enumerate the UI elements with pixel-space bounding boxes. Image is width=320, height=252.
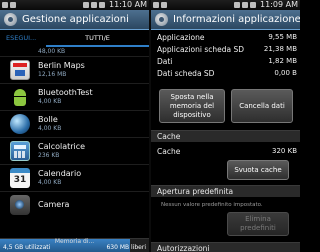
camera-icon	[10, 195, 30, 215]
app-manager-screen: 11:10 AM Gestione applicazioni ESEGUI...…	[0, 0, 149, 252]
default-launch-section-header: Apertura predefinita	[151, 185, 300, 197]
list-item[interactable]: BluetoothTest 4,00 KB	[0, 83, 149, 110]
app-name: Calendario	[38, 169, 82, 178]
row-label: Dati	[157, 56, 173, 66]
page-title: Gestione applicazioni	[22, 14, 129, 25]
battery-icon	[99, 2, 106, 8]
app-size: 12,16 MB	[38, 71, 67, 78]
storage-usage-bar: Memoria di... 4,5 GB utilizzati 630 MB l…	[0, 238, 149, 252]
status-time: 11:09 AM	[260, 0, 298, 9]
list-item[interactable]: Bolle 4,00 KB	[0, 110, 149, 137]
app-list: 48,00 KB Berlin Maps 12,16 MB BluetoothT…	[0, 47, 149, 238]
list-item[interactable]: Camera	[0, 191, 149, 218]
app-name: Berlin Maps	[38, 61, 85, 70]
list-item[interactable]: 31 Calendario 4,00 KB	[0, 164, 149, 191]
battery-icon	[250, 2, 257, 8]
tab-running[interactable]: ESEGUI...	[0, 31, 46, 47]
cache-section-header: Cache	[151, 130, 300, 142]
status-bar: 11:09 AM	[151, 0, 300, 10]
notification-icon	[161, 2, 167, 8]
storage-details: Applicazione 9,55 MB Applicazioni scheda…	[151, 31, 300, 79]
notification-icon	[10, 2, 16, 8]
settings-gear-icon	[155, 13, 168, 26]
wifi-icon	[83, 2, 90, 8]
clear-defaults-button[interactable]: Elimina predefiniti	[227, 212, 289, 236]
berlin-maps-icon	[10, 60, 30, 80]
tab-bar: ESEGUI... TUTTI/E	[0, 31, 149, 47]
list-item[interactable]: Calcolatrice 236 KB	[0, 137, 149, 164]
app-size: 4,00 KB	[38, 179, 62, 186]
storage-used-text: 4,5 GB utilizzati	[3, 244, 51, 251]
app-size: 236 KB	[38, 152, 60, 159]
wifi-icon	[234, 2, 241, 8]
status-time: 11:10 AM	[109, 0, 147, 9]
info-row-sd-data: Dati scheda SD 0,00 B	[151, 67, 300, 79]
status-bar: 11:10 AM	[0, 0, 149, 10]
clear-data-button[interactable]: Cancella dati	[231, 89, 293, 123]
row-label: Dati scheda SD	[157, 68, 215, 78]
app-name: BluetoothTest	[38, 88, 93, 97]
row-label: Applicazioni scheda SD	[157, 44, 245, 54]
android-icon	[10, 87, 30, 107]
calculator-icon	[10, 141, 30, 161]
default-launch-note: Nessun valore predefinito impostato.	[161, 202, 263, 208]
page-title: Informazioni applicazione	[173, 14, 300, 25]
app-info-screen: 11:09 AM Informazioni applicazione Appli…	[151, 0, 300, 252]
list-item[interactable]: Berlin Maps 12,16 MB	[0, 56, 149, 83]
row-label: Applicazione	[157, 32, 205, 42]
clear-cache-button[interactable]: Svuota cache	[227, 160, 289, 180]
tab-all[interactable]: TUTTI/E	[46, 31, 149, 47]
title-bar: Gestione applicazioni	[0, 10, 149, 30]
row-value: 320 KB	[272, 147, 297, 155]
row-value: 9,55 MB	[268, 33, 297, 41]
row-value: 21,38 MB	[263, 45, 297, 53]
app-name: Camera	[38, 200, 70, 209]
info-row-sd-application: Applicazioni scheda SD 21,38 MB	[151, 43, 300, 55]
app-name: Bolle	[38, 115, 58, 124]
row-label: Cache	[157, 146, 181, 156]
usb-icon	[2, 2, 8, 8]
row-value: 1,82 MB	[268, 57, 297, 65]
signal-icon	[91, 2, 98, 8]
storage-free-text: 630 MB liberi	[106, 244, 146, 251]
permissions-section-header: Autorizzazioni	[151, 242, 300, 252]
bubbles-icon	[10, 114, 30, 134]
info-row-application: Applicazione 9,55 MB	[151, 31, 300, 43]
storage-actions: Sposta nella memoria del dispositivo Can…	[159, 89, 293, 123]
calendar-icon: 31	[10, 168, 30, 188]
info-row-cache: Cache 320 KB	[151, 145, 300, 157]
app-name: Calcolatrice	[38, 142, 86, 151]
app-size: 48,00 KB	[38, 47, 66, 55]
row-value: 0,00 B	[274, 69, 297, 77]
move-to-device-button[interactable]: Sposta nella memoria del dispositivo	[159, 89, 225, 123]
settings-gear-icon	[4, 13, 17, 26]
list-item[interactable]: 48,00 KB	[0, 47, 149, 56]
app-size: 4,00 KB	[38, 125, 62, 132]
usb-icon	[153, 2, 159, 8]
info-row-data: Dati 1,82 MB	[151, 55, 300, 67]
app-size: 4,00 KB	[38, 98, 62, 105]
signal-icon	[242, 2, 249, 8]
title-bar: Informazioni applicazione	[151, 10, 300, 30]
